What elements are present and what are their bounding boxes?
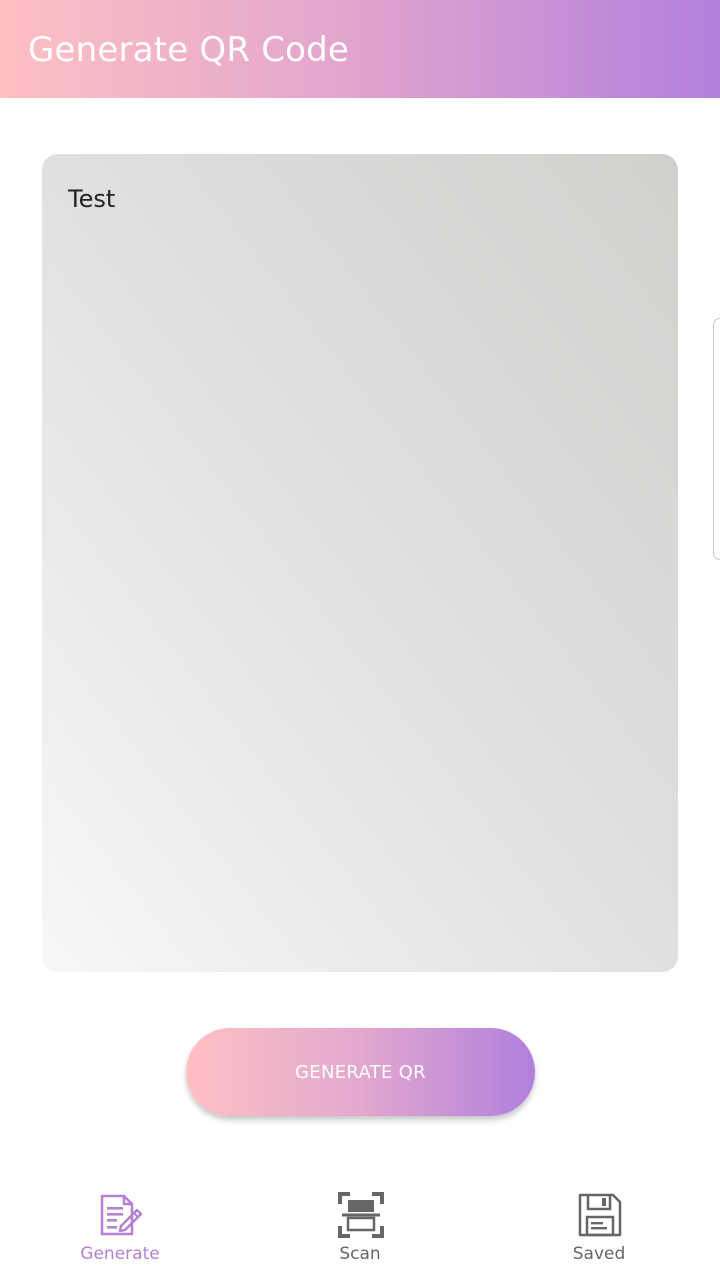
edge-panel-handle[interactable] — [713, 318, 720, 560]
qr-text-input[interactable]: Test — [42, 154, 678, 972]
app-bar: Generate QR Code — [0, 0, 720, 98]
nav-item-saved[interactable]: Saved — [519, 1176, 679, 1280]
scan-icon — [338, 1192, 384, 1238]
generate-qr-button-label: GENERATE QR — [295, 1061, 426, 1083]
page-title: Generate QR Code — [28, 30, 350, 70]
floppy-disk-icon — [578, 1193, 622, 1237]
edit-document-icon — [100, 1194, 143, 1236]
nav-label-saved: Saved — [572, 1244, 626, 1264]
bottom-navigation: Generate Scan Saved — [0, 1176, 720, 1280]
generate-qr-button[interactable]: GENERATE QR — [186, 1028, 535, 1116]
nav-label-generate: Generate — [80, 1244, 160, 1264]
nav-label-scan: Scan — [339, 1244, 381, 1264]
app-screen: Generate QR Code Test GENERATE QR Genera… — [0, 0, 720, 1280]
nav-item-generate[interactable]: Generate — [40, 1176, 200, 1280]
qr-text-value: Test — [68, 185, 116, 213]
nav-item-scan[interactable]: Scan — [280, 1176, 440, 1280]
